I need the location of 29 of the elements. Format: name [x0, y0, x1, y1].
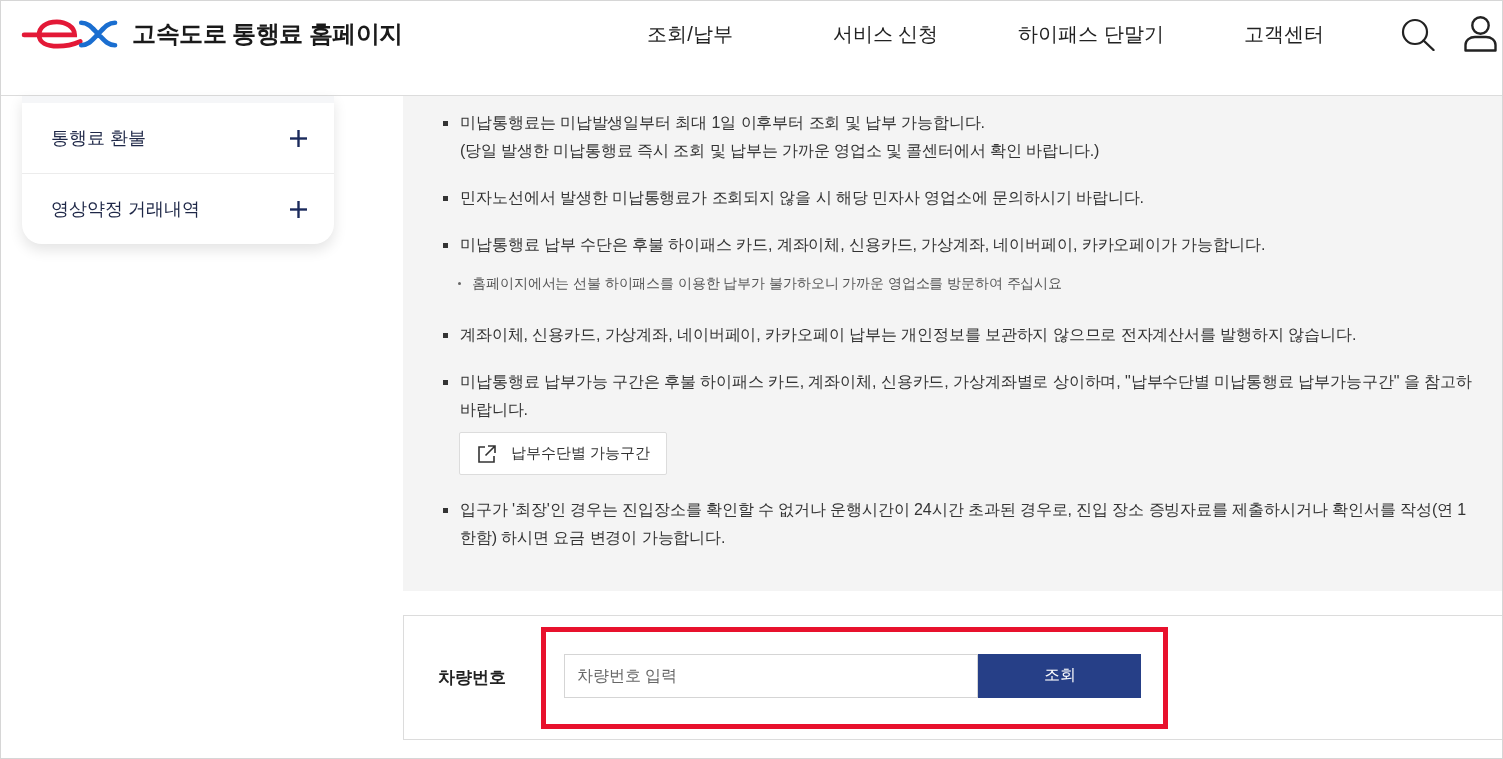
- vehicle-number-input[interactable]: 차량번호 입력: [564, 653, 978, 698]
- bullet-icon: [443, 508, 448, 513]
- search-icon[interactable]: [1401, 17, 1435, 51]
- bullet-icon: [443, 243, 448, 248]
- bullet-icon: [443, 333, 448, 338]
- nav-link[interactable]: 조회/납부: [647, 20, 733, 48]
- logo-icon: [20, 19, 120, 49]
- sidebar-item[interactable]: 통행료 환불: [22, 103, 334, 174]
- field-label: 차량번호: [438, 667, 507, 689]
- notice-text: 민자노선에서 발생한 미납통행료가 조회되지 않을 시 해당 민자사 영업소에 문의하시기 바랍니다.: [460, 188, 1144, 208]
- link-button[interactable]: 납부수단별 가능구간: [459, 432, 668, 475]
- notice-text: 미납통행료는 미납발생일부터 최대 1일 이후부터 조회 및 납부 가능합니다. (당일 발생한 미납통행료 즉시 조회 및 납부는 가까운 영업소 및 콜센터에서 확인 바랍니다.): [460, 113, 1100, 161]
- notice-text: 미납통행료 납부 수단은 후불 하이패스 카드, 계좌이체, 신용카드, 가상계좌, 네이버페이, 카카오페이가 가능합니다.: [460, 235, 1266, 255]
- notice-text: 계좌이체, 신용카드, 가상계좌, 네이버페이, 카카오페이 납부는 개인정보를 보관하지 않으므로 전자계산서를 발행하지 않습니다.: [460, 325, 1357, 345]
- nav-link[interactable]: 고객센터: [1244, 20, 1324, 48]
- notice-subnote: 홈페이지에서는 선불 하이패스를 이용한 납부가 불가하오니 가까운 영업소를 방문하여 주십시요: [472, 274, 1063, 293]
- bullet-icon: [443, 380, 448, 385]
- sidebar-item[interactable]: 영상약정 거래내역: [22, 174, 334, 244]
- site-title[interactable]: 고속도로 통행료 홈페이지: [132, 18, 403, 50]
- user-icon[interactable]: [1464, 16, 1497, 52]
- notice-text: 미납통행료 납부가능 구간은 후불 하이패스 카드, 계좌이체, 신용카드, 가상계좌별로 상이하며, "납부수단별 미납통행료 납부가능구간" 을 참고하 바랍니다.: [460, 372, 1472, 420]
- notice-text: 입구가 '최장'인 경우는 진입장소를 확인할 수 없거나 운행시간이 24시간 초과된 경우로, 진입 장소 증빙자료를 제출하시거나 확인서를 작성(연 1 한함) 하시면 요금 변경이 가능합니다.: [460, 500, 1467, 548]
- bullet-icon: [443, 196, 448, 201]
- nav-link[interactable]: 하이패스 단말기: [1018, 20, 1164, 48]
- bullet-icon: [458, 281, 461, 285]
- search-button[interactable]: 조회: [978, 653, 1141, 698]
- external-link-icon: [478, 444, 496, 463]
- nav-link[interactable]: 서비스 신청: [832, 20, 939, 48]
- bullet-icon: [443, 121, 448, 126]
